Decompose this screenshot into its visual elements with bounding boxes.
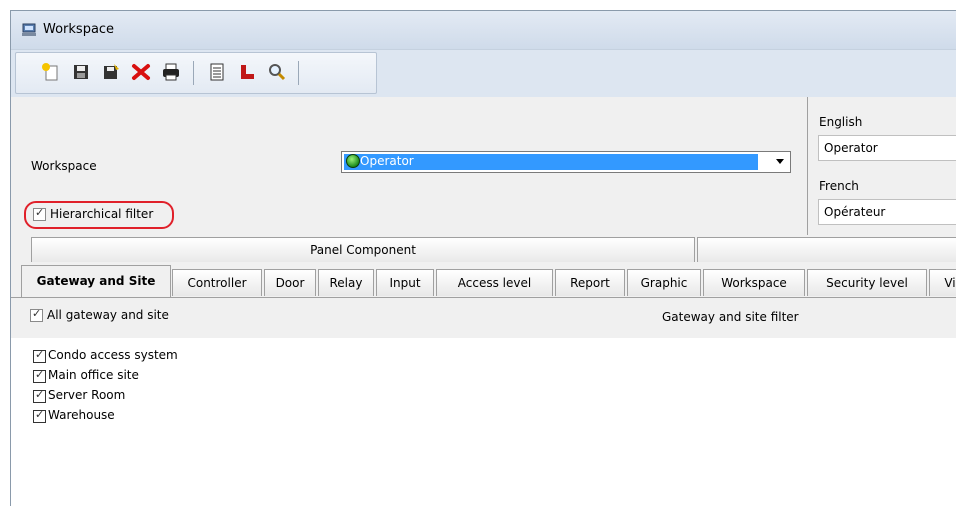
gateway-filter-bar: All gateway and site Gateway and site fi… xyxy=(11,297,956,339)
delete-icon[interactable] xyxy=(130,61,152,83)
list-item-checkbox[interactable] xyxy=(33,408,46,423)
french-value: Opérateur xyxy=(824,205,886,219)
list-item-checkbox[interactable] xyxy=(33,368,46,383)
list-item-label: Condo access system xyxy=(48,348,178,362)
hierarchical-filter-highlight: Hierarchical filter xyxy=(24,201,174,229)
tab-access-level[interactable]: Access level xyxy=(436,269,553,296)
list-item-checkbox[interactable] xyxy=(33,348,46,363)
workspace-status-icon xyxy=(346,154,360,168)
save-icon[interactable] xyxy=(70,61,92,83)
workspace-window: Workspace Workspace Operator ✓ Hierarchi… xyxy=(10,10,956,506)
toolbar xyxy=(11,49,956,99)
hierarchical-filter-label[interactable]: Hierarchical filter xyxy=(50,207,153,221)
toolbar-separator xyxy=(193,61,194,85)
workspace-dropdown-value: Operator xyxy=(360,154,414,168)
list-icon[interactable] xyxy=(206,61,228,83)
french-field[interactable]: Opérateur xyxy=(818,199,956,225)
save-as-icon[interactable] xyxy=(100,61,122,83)
toolbar-separator xyxy=(298,61,299,85)
tab-relay[interactable]: Relay xyxy=(318,269,374,296)
tab-groups: Panel Component xyxy=(11,235,956,262)
toolbar-strip xyxy=(15,52,377,94)
app-icon xyxy=(22,23,36,36)
hierarchy-icon[interactable] xyxy=(236,61,258,83)
tab-input[interactable]: Input xyxy=(376,269,434,296)
language-panel: English Operator French Opérateur xyxy=(808,97,956,235)
english-label: English xyxy=(819,115,863,129)
workspace-label: Workspace xyxy=(31,159,97,173)
list-item-label: Main office site xyxy=(48,368,139,382)
tab-security-level[interactable]: Security level xyxy=(807,269,927,296)
search-icon[interactable] xyxy=(266,61,288,83)
window-title: Workspace xyxy=(43,22,115,37)
title-bar: Workspace xyxy=(11,11,956,49)
tab-gateway-and-site[interactable]: Gateway and Site xyxy=(21,265,171,298)
gateway-site-list: Condo access system Main office site Ser… xyxy=(11,338,956,506)
new-icon[interactable] xyxy=(40,61,62,83)
workspace-properties: Workspace Operator Hierarchical filter xyxy=(11,97,808,235)
english-value: Operator xyxy=(824,141,878,155)
tab-vi[interactable]: Vi xyxy=(929,269,956,296)
group-tab-panel-component[interactable]: Panel Component xyxy=(31,237,695,262)
tab-bar: Gateway and Site Controller Door Relay I… xyxy=(11,261,956,298)
all-gateway-label[interactable]: All gateway and site xyxy=(47,308,169,322)
group-tab-secondary[interactable] xyxy=(697,237,956,262)
hierarchical-filter-checkbox[interactable] xyxy=(33,206,46,221)
all-gateway-checkbox[interactable] xyxy=(30,307,43,322)
english-field[interactable]: Operator xyxy=(818,135,956,161)
workspace-dropdown[interactable]: Operator xyxy=(341,151,791,173)
tab-controller[interactable]: Controller xyxy=(172,269,262,296)
chevron-down-icon[interactable] xyxy=(776,159,784,164)
list-item-label: Warehouse xyxy=(48,408,115,422)
french-label: French xyxy=(819,179,859,193)
tab-workspace[interactable]: Workspace xyxy=(703,269,805,296)
gateway-filter-title: Gateway and site filter xyxy=(662,310,799,324)
print-icon[interactable] xyxy=(160,61,182,83)
list-item-checkbox[interactable] xyxy=(33,388,46,403)
tab-graphic[interactable]: Graphic xyxy=(627,269,701,296)
tab-report[interactable]: Report xyxy=(555,269,625,296)
list-item-label: Server Room xyxy=(48,388,126,402)
tab-door[interactable]: Door xyxy=(264,269,316,296)
